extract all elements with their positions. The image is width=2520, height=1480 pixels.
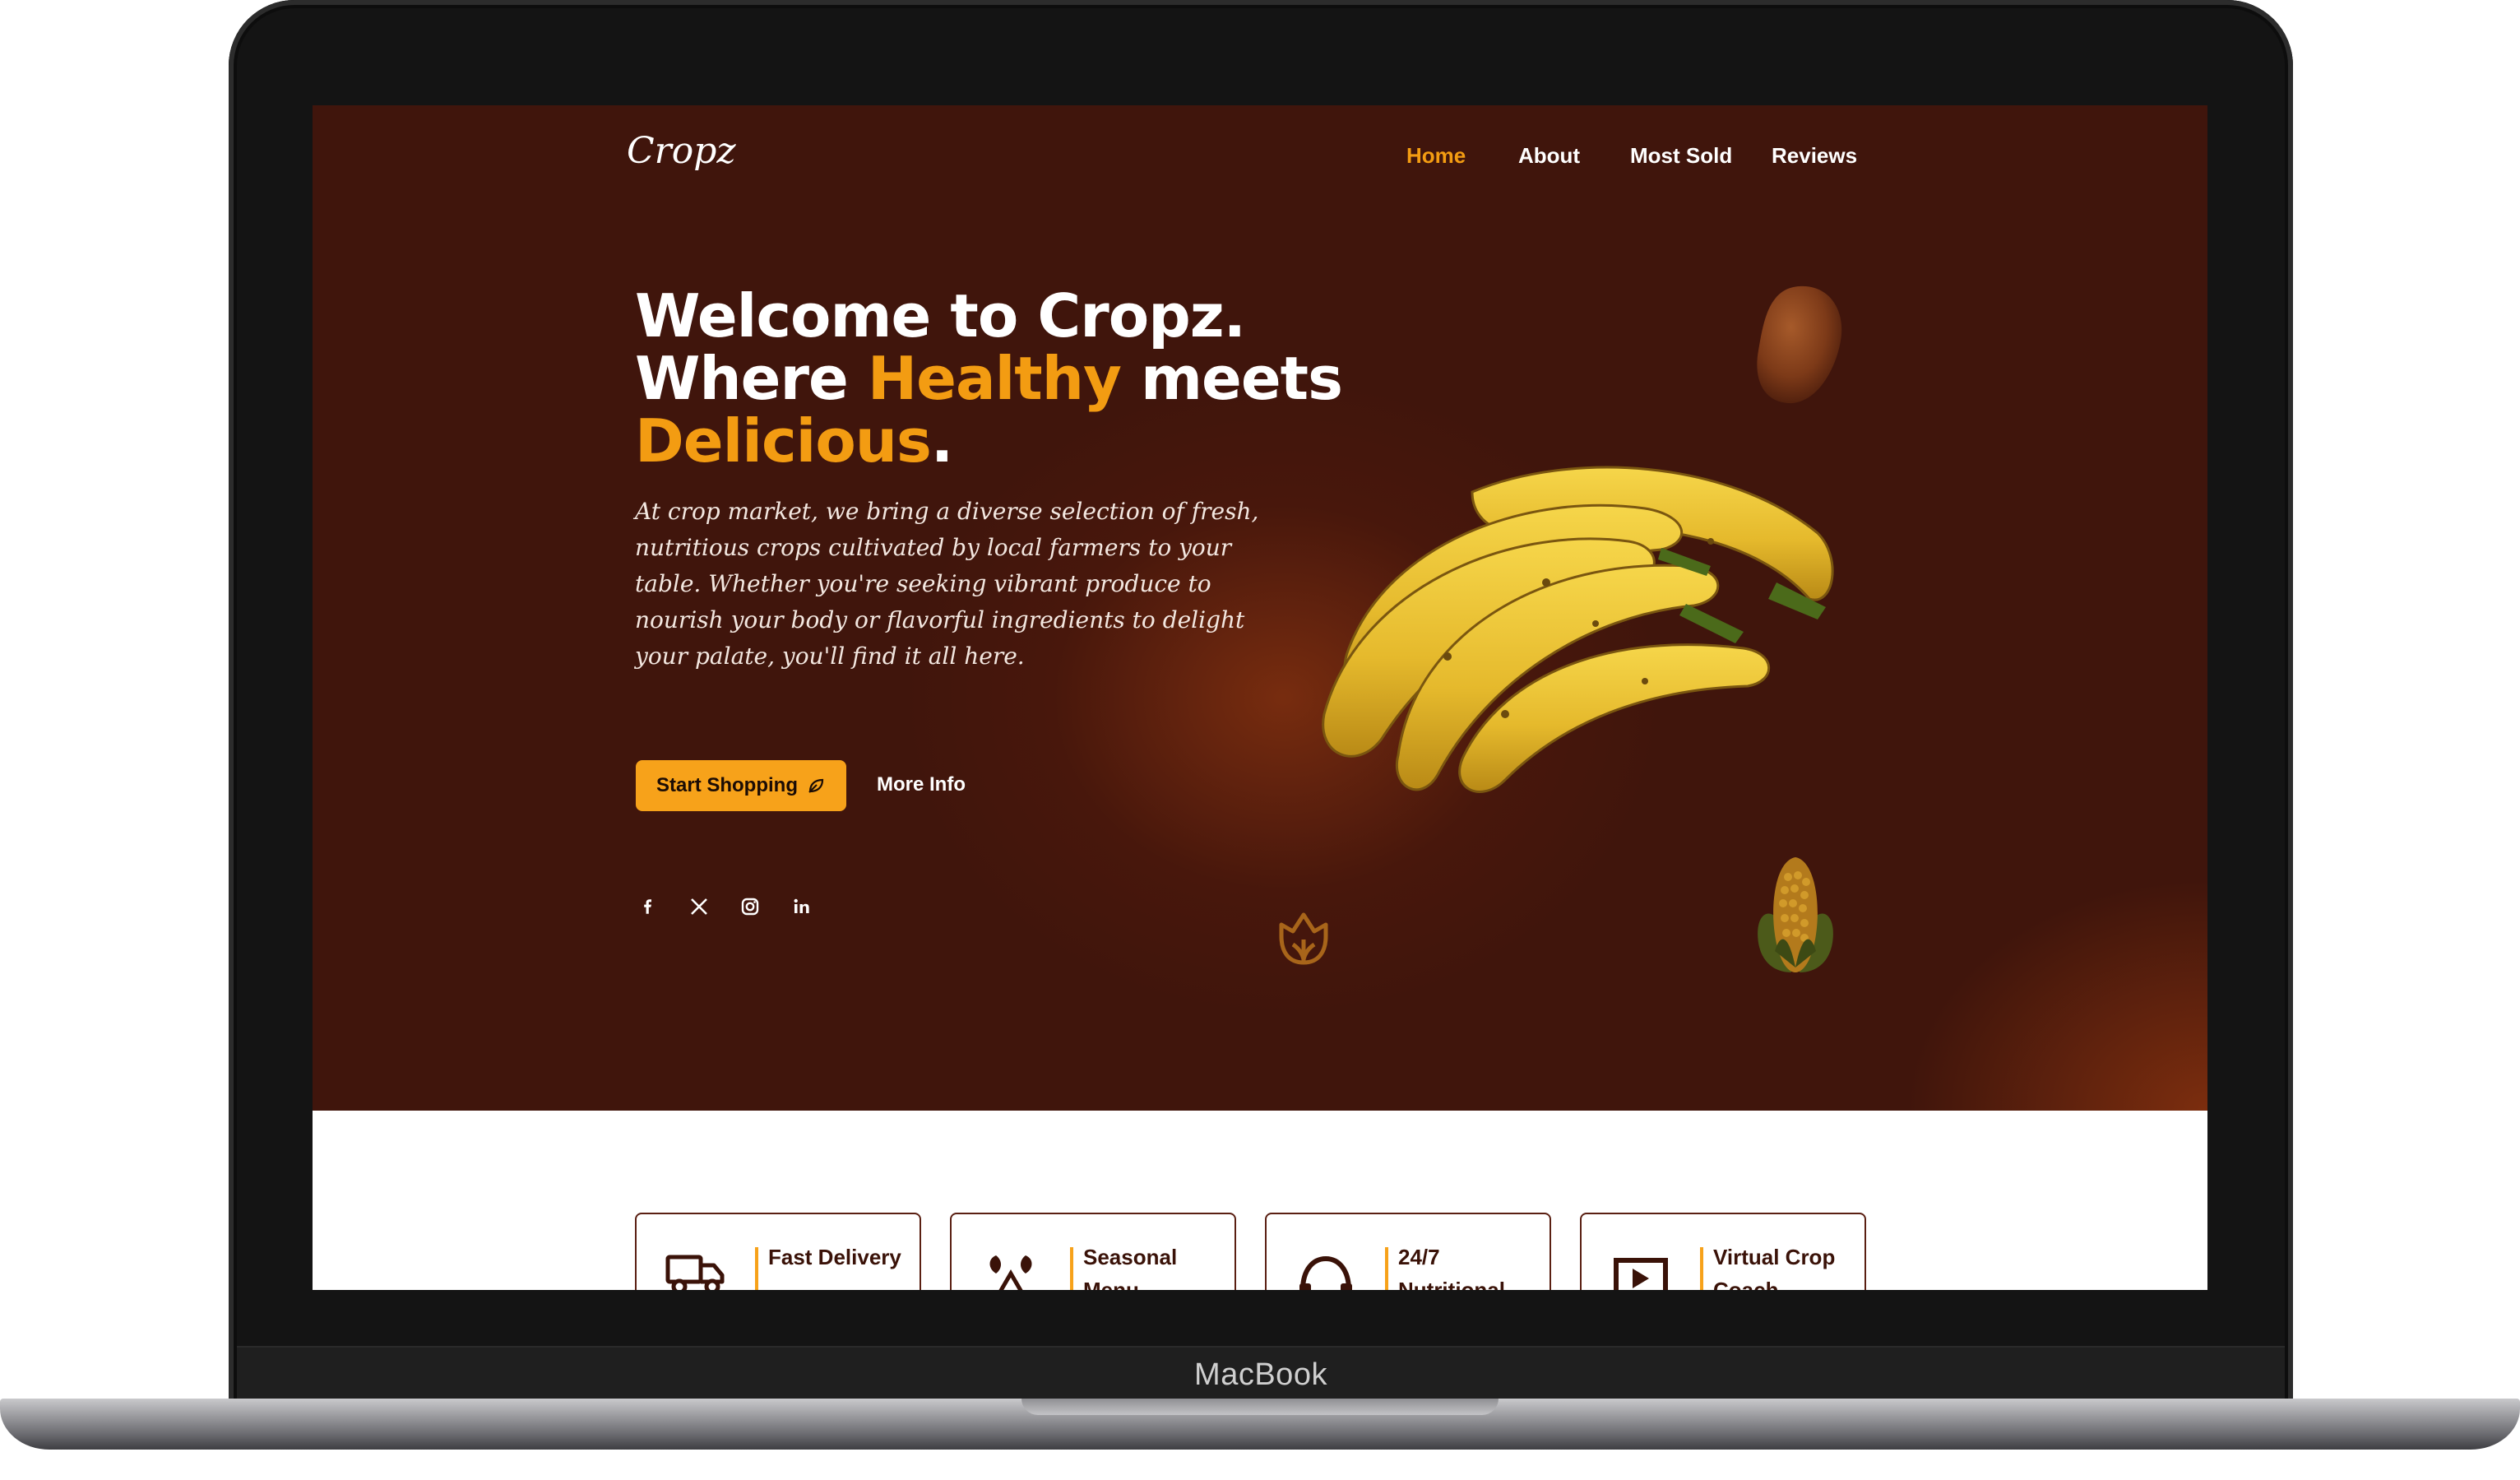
headline-delicious: Delicious — [635, 406, 932, 476]
features-section — [313, 1111, 2207, 1290]
site-logo[interactable]: Cropz — [627, 130, 736, 172]
start-shopping-label: Start Shopping — [656, 774, 798, 796]
laptop-chin: MacBook — [237, 1346, 2285, 1403]
headline-line-2-suffix: meets — [1120, 344, 1343, 413]
device-label: MacBook — [1194, 1357, 1327, 1392]
facebook-icon[interactable] — [635, 893, 661, 920]
nav-most-sold[interactable]: Most Sold — [1630, 143, 1732, 169]
tulip-icon — [1279, 912, 1328, 965]
nav-reviews[interactable]: Reviews — [1772, 143, 1857, 169]
more-info-button[interactable]: More Info — [877, 773, 966, 796]
headline-healthy: Healthy — [867, 344, 1122, 413]
leaf-icon — [808, 778, 824, 793]
browser-viewport: Cropz Home About Most Sold Reviews Welco… — [313, 105, 2207, 1290]
hero-description: At crop market, we bring a diverse selec… — [635, 498, 1259, 670]
nav-home[interactable]: Home — [1406, 143, 1466, 169]
instagram-icon[interactable] — [737, 893, 763, 920]
linkedin-icon[interactable] — [788, 893, 814, 920]
x-icon[interactable] — [686, 893, 712, 920]
start-shopping-button[interactable]: Start Shopping — [636, 760, 846, 811]
headline-line-2-prefix: Where — [635, 344, 868, 413]
mango-image — [1757, 285, 1842, 404]
headline-line-1: Welcome to Cropz. — [635, 281, 1246, 350]
hero-section: Cropz Home About Most Sold Reviews Welco… — [313, 105, 2207, 1111]
hero-headline: Welcome to Cropz. Where Healthy meets De… — [635, 285, 1343, 472]
banana-bunch-image — [1322, 466, 1834, 793]
laptop-notch — [1021, 1399, 1499, 1415]
corn-image — [1758, 857, 1833, 972]
nav-about[interactable]: About — [1518, 143, 1580, 169]
screen-bottom-bezel — [237, 1290, 2285, 1346]
headline-period: . — [930, 406, 953, 476]
